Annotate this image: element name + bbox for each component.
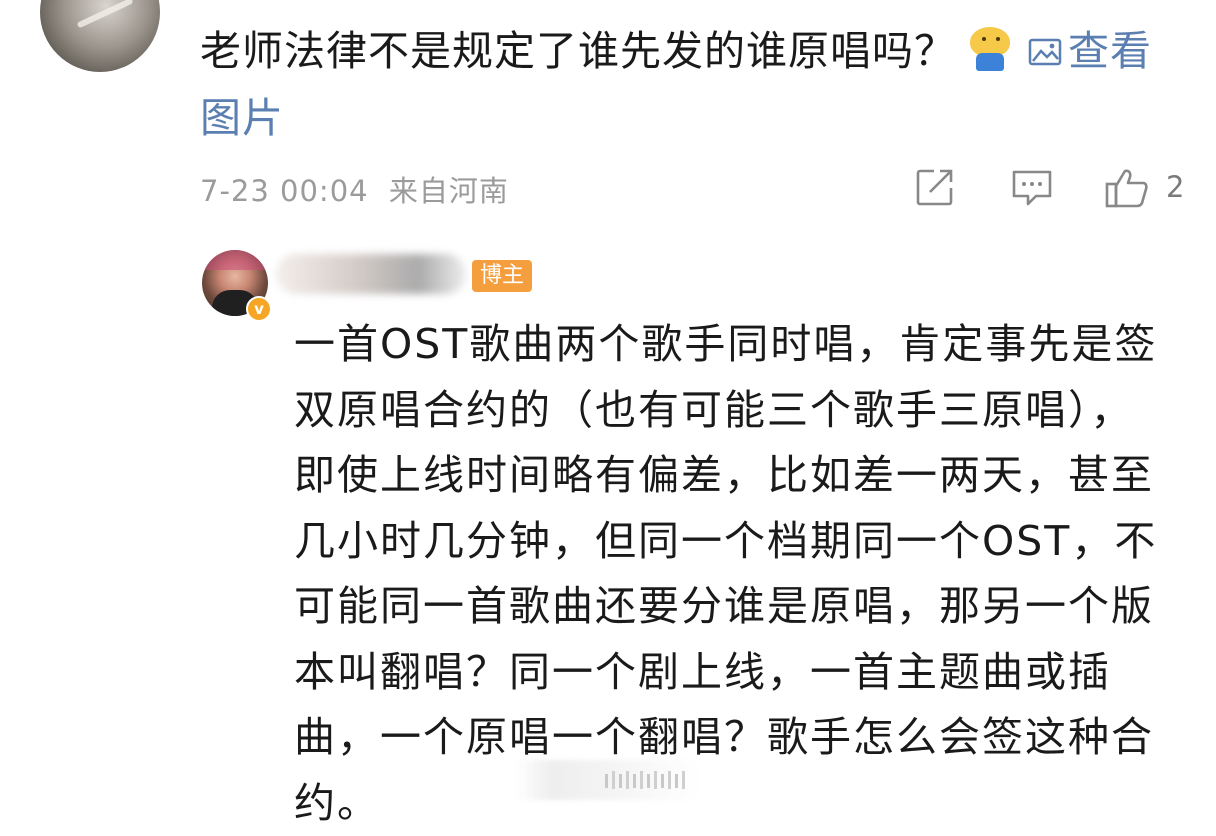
reply-text: 一首OST歌曲两个歌手同时唱，肯定事先是签双原唱合约的（也有可能三个歌手三原唱）… xyxy=(294,320,1158,827)
comment-body: 老师法律不是规定了谁先发的谁原唱吗？ xyxy=(200,27,956,75)
reply-username-blurred[interactable] xyxy=(276,254,466,294)
author-badge: 博主 xyxy=(472,260,533,292)
comment-location: 来自河南 xyxy=(388,174,509,208)
like-button[interactable]: 2 xyxy=(1104,166,1194,210)
commenter-avatar[interactable] xyxy=(40,0,160,72)
like-count: 2 xyxy=(1166,170,1185,204)
watermark-logo-icon xyxy=(605,771,685,789)
like-icon xyxy=(1105,169,1148,208)
emoji-doge-icon xyxy=(966,27,1014,71)
comment-meta: 7-23 00:04 来自河南 xyxy=(200,168,509,210)
comment-timestamp: 7-23 00:04 xyxy=(200,174,369,208)
comment-text: 老师法律不是规定了谁先发的谁原唱吗？ 查看图片 xyxy=(200,18,1190,152)
verified-icon: v xyxy=(246,296,272,322)
image-icon xyxy=(1028,38,1062,66)
share-icon[interactable] xyxy=(914,166,956,208)
comment-icon[interactable] xyxy=(1010,168,1054,208)
